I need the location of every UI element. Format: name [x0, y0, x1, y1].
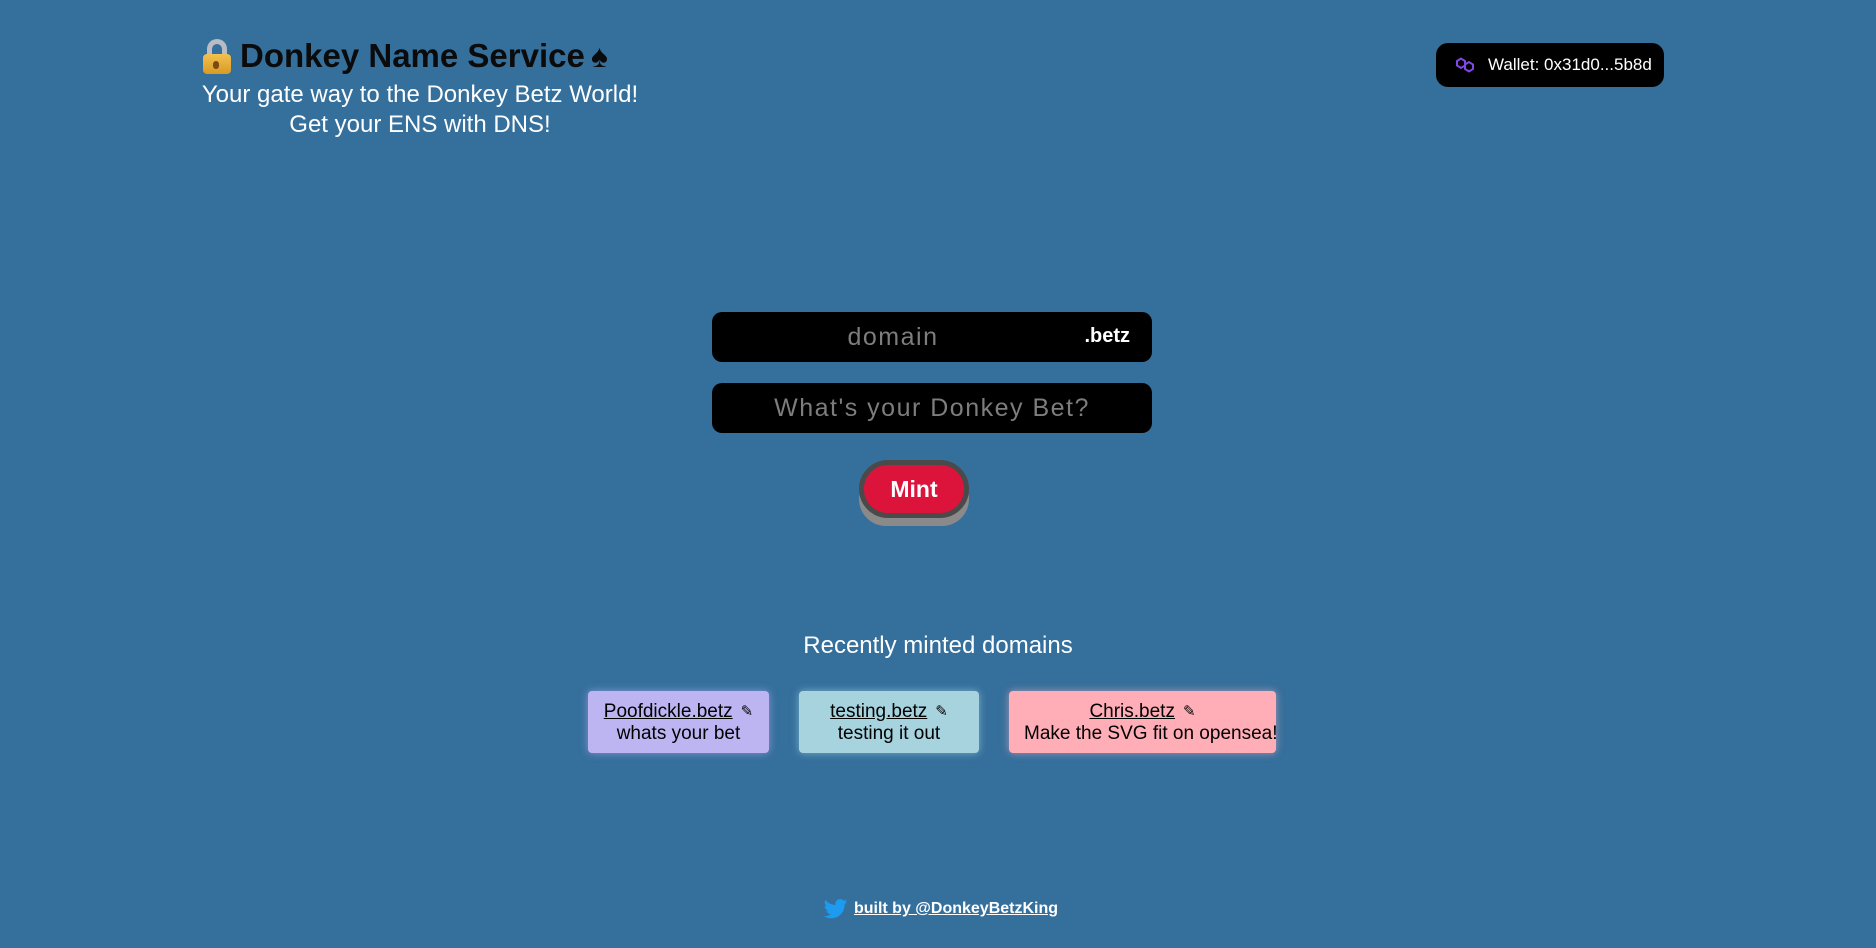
twitter-icon: [823, 898, 848, 920]
domain-record: testing it out: [837, 723, 941, 744]
wallet-label: Wallet: 0x31d0...5b8d: [1488, 55, 1652, 74]
tagline-line-2: Get your ENS with DNS!: [289, 111, 551, 138]
footer: built by @DonkeyBetzKing: [0, 898, 1876, 920]
mint-button[interactable]: Mint: [859, 460, 969, 518]
record-field: [712, 383, 1152, 433]
polygon-icon: [1454, 54, 1476, 76]
tagline: Your gate way to the Donkey Betz World! …: [200, 80, 640, 140]
app-title: Donkey Name Service: [240, 37, 585, 74]
domain-link[interactable]: Chris.betz: [1089, 701, 1175, 723]
mint-button-wrapper: Mint: [859, 460, 969, 528]
spade-icon: ♠: [590, 38, 608, 74]
domain-field: .betz: [712, 312, 1152, 362]
recent-domains-list: Poofdickle.betz ✎ whats your bet testing…: [588, 691, 1278, 753]
title-row: Donkey Name Service ♠: [200, 34, 640, 78]
domain-record: whats your bet: [616, 723, 741, 744]
domain-record: Make the SVG fit on opensea!: [1024, 723, 1278, 744]
lock-with-key-icon: [200, 37, 234, 75]
domain-link[interactable]: Poofdickle.betz: [604, 701, 733, 723]
record-input[interactable]: [712, 383, 1152, 433]
recent-domains-title: Recently minted domains: [803, 632, 1073, 659]
mint-form: .betz: [712, 312, 1152, 433]
domain-card: Chris.betz ✎ Make the SVG fit on opensea…: [1009, 691, 1278, 753]
edit-pencil-icon[interactable]: ✎: [741, 701, 754, 723]
edit-pencil-icon[interactable]: ✎: [935, 701, 948, 723]
domain-card: testing.betz ✎ testing it out: [799, 691, 979, 753]
edit-pencil-icon[interactable]: ✎: [1183, 701, 1196, 723]
footer-twitter-link[interactable]: built by @DonkeyBetzKing: [854, 900, 1058, 918]
tld-suffix: .betz: [1084, 325, 1130, 347]
domain-card: Poofdickle.betz ✎ whats your bet: [588, 691, 769, 753]
wallet-button[interactable]: Wallet: 0x31d0...5b8d: [1436, 43, 1664, 87]
tagline-line-1: Your gate way to the Donkey Betz World!: [201, 81, 639, 108]
header: Donkey Name Service ♠ Your gate way to t…: [200, 34, 640, 140]
domain-link[interactable]: testing.betz: [830, 701, 927, 723]
